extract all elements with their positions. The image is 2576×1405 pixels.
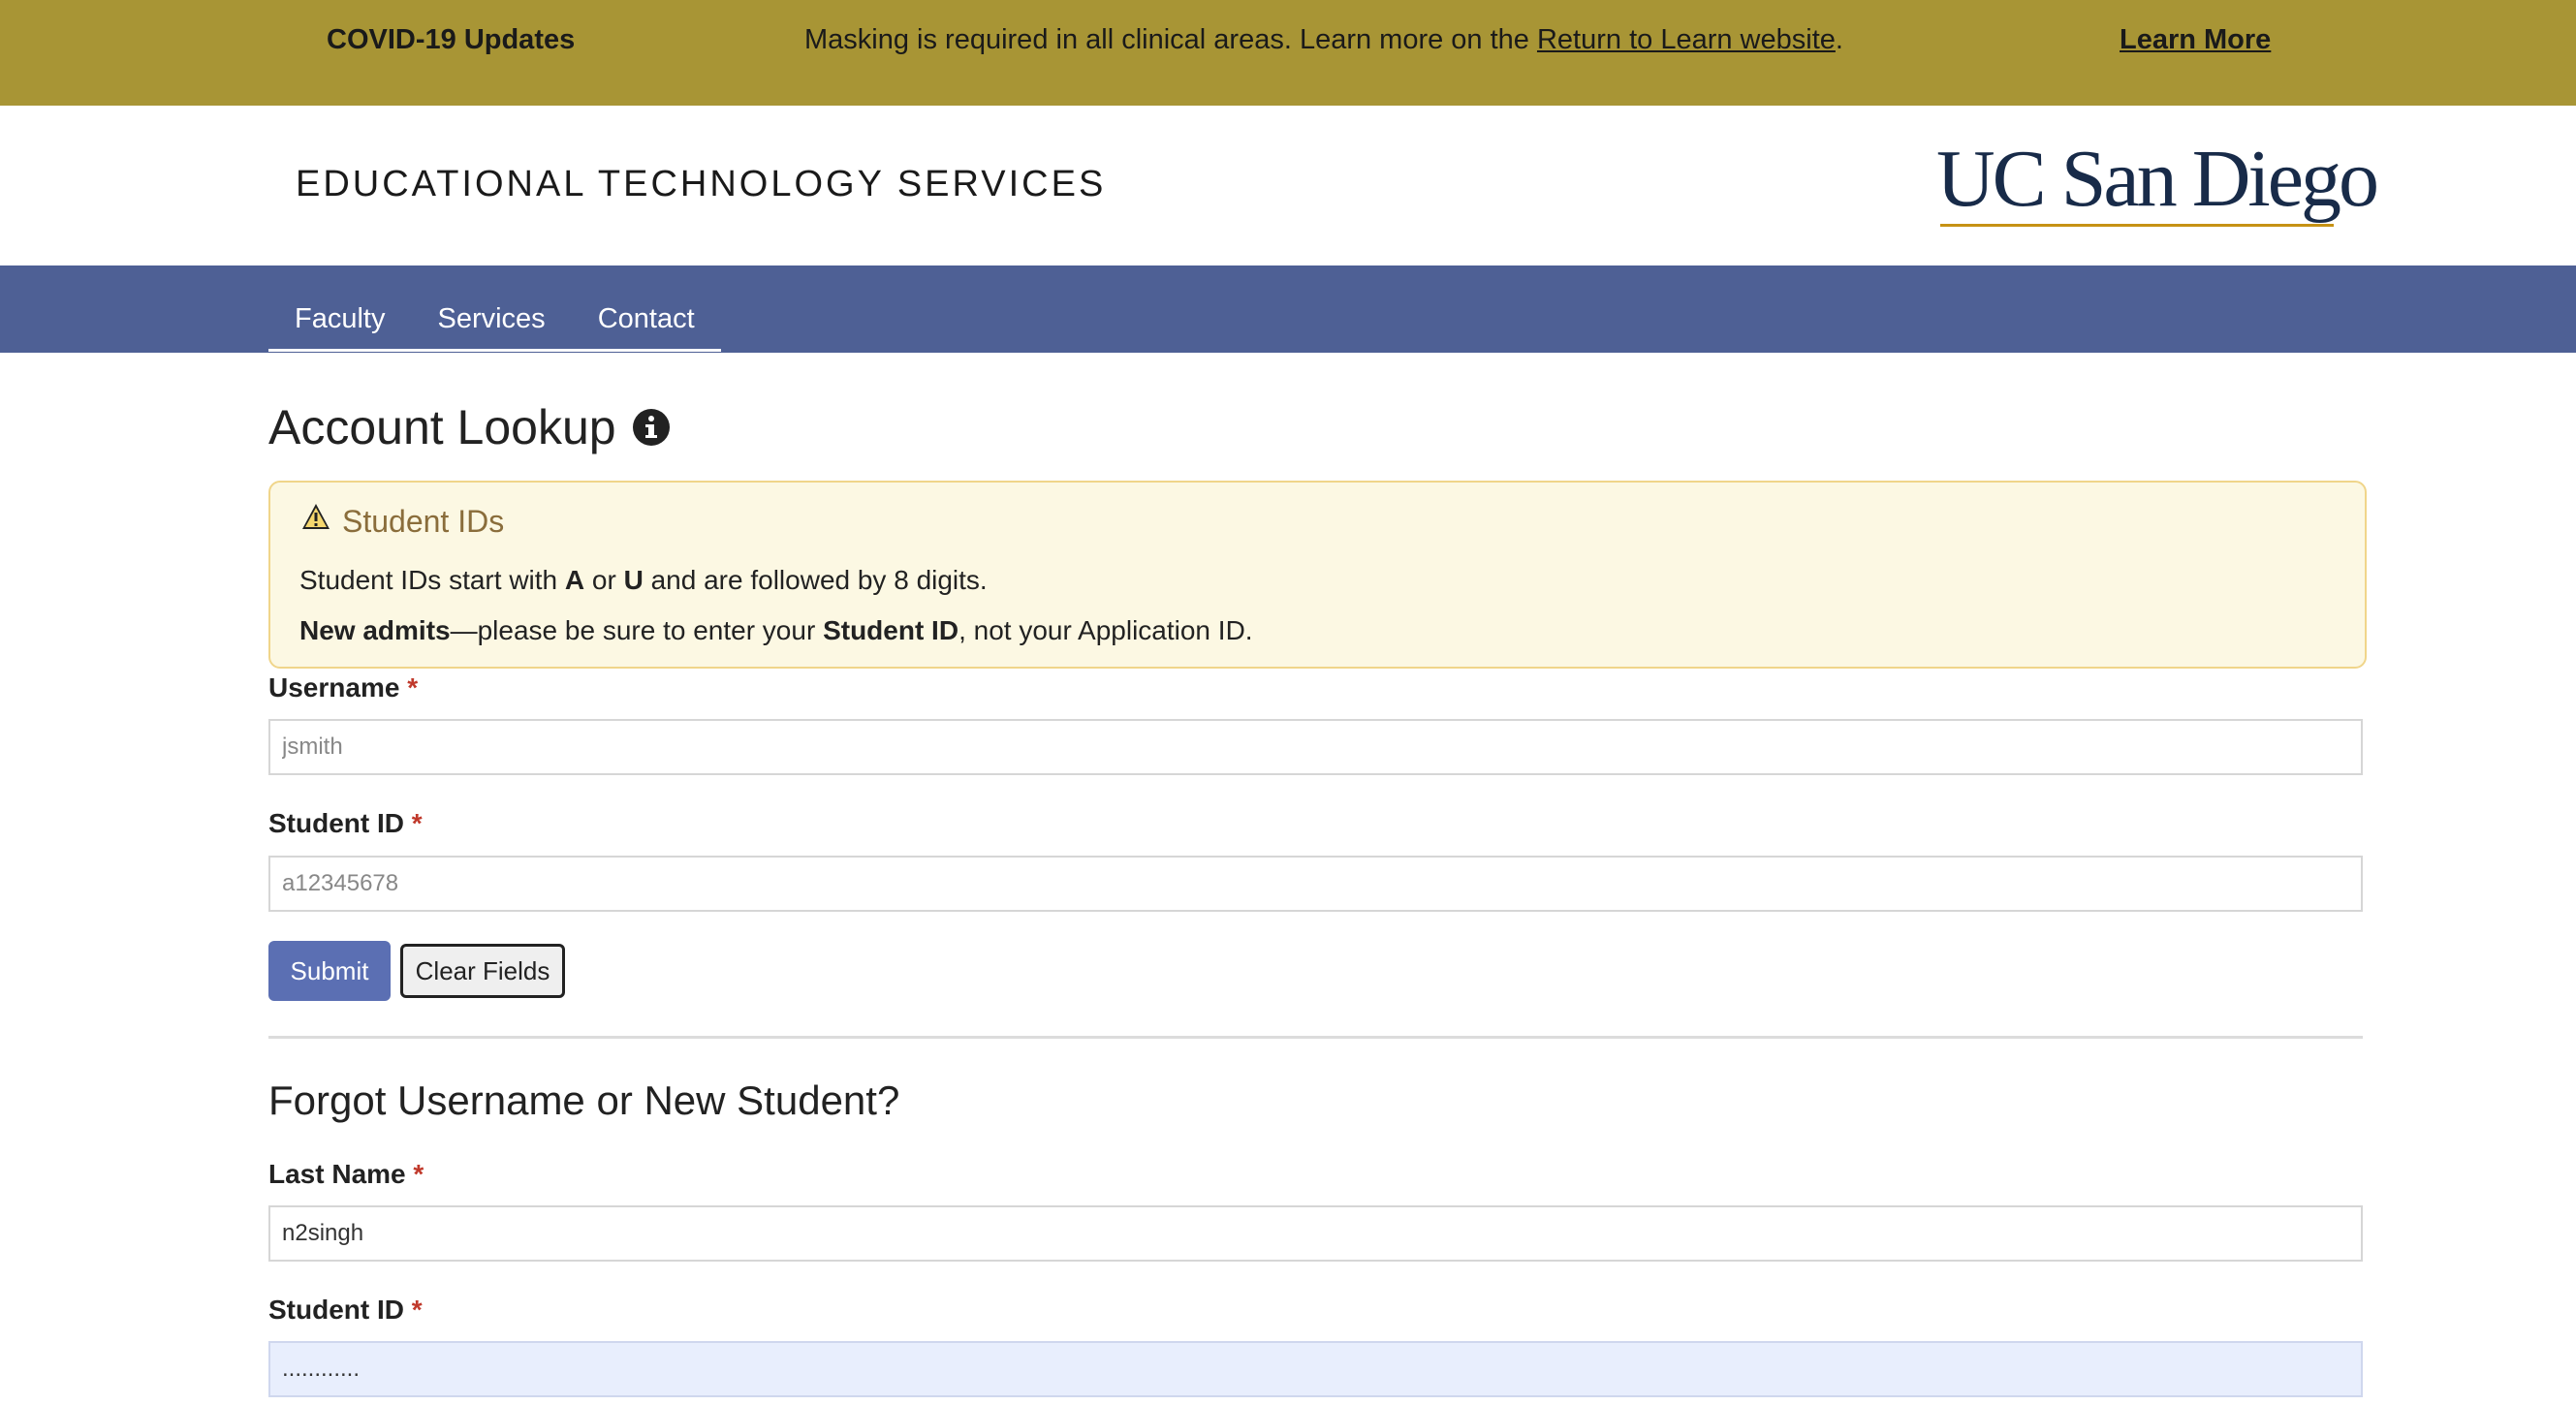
last-name-input[interactable]	[268, 1205, 2363, 1262]
nav-item-contact[interactable]: Contact	[572, 265, 721, 349]
alert-line-1-text-a: Student IDs start with	[299, 565, 565, 595]
student-id-alert: Student IDs Student IDs start with A or …	[268, 481, 2367, 669]
forgot-section-title: Forgot Username or New Student?	[268, 1077, 900, 1123]
last-name-label: Last Name *	[268, 1159, 424, 1190]
alert-line-2-text-b: , not your Application ID.	[958, 615, 1253, 645]
alert-line-2: New admits—please be sure to enter your …	[299, 615, 1253, 646]
forgot-student-id-label-text: Student ID	[268, 1295, 404, 1325]
required-mark: *	[411, 1295, 423, 1325]
required-mark: *	[411, 808, 423, 838]
nav-item-faculty[interactable]: Faculty	[268, 265, 411, 349]
section-divider	[268, 1036, 2363, 1039]
alert-line-1-bold-u: U	[623, 565, 644, 595]
learn-more-link[interactable]: Learn More	[2120, 0, 2271, 79]
forgot-student-id-input[interactable]	[268, 1341, 2363, 1397]
last-name-label-text: Last Name	[268, 1159, 406, 1189]
clear-fields-button[interactable]: Clear Fields	[400, 944, 565, 998]
page-title: Account Lookup	[268, 400, 616, 454]
username-input[interactable]	[268, 719, 2363, 775]
banner-message-suffix: .	[1835, 24, 1843, 55]
banner-message: Masking is required in all clinical area…	[804, 0, 1843, 79]
logo-underline	[1940, 224, 2334, 227]
alert-line-2-text-a: —please be sure to enter your	[450, 615, 824, 645]
student-id-label-text: Student ID	[268, 808, 404, 838]
warning-icon	[302, 503, 330, 529]
banner-title: COVID-19 Updates	[327, 24, 576, 55]
username-label: Username *	[268, 672, 418, 703]
nav-items: Faculty Services Contact	[268, 265, 721, 352]
main-nav: Faculty Services Contact	[0, 265, 2576, 353]
covid-banner: COVID-19 Updates Masking is required in …	[0, 0, 2576, 106]
site-title[interactable]: EDUCATIONAL TECHNOLOGY SERVICES	[296, 164, 1106, 205]
alert-line-1: Student IDs start with A or U and are fo…	[299, 565, 988, 596]
alert-title-row: Student IDs	[301, 503, 505, 540]
forgot-student-id-label: Student ID *	[268, 1295, 423, 1326]
required-mark: *	[413, 1159, 424, 1189]
student-id-input[interactable]	[268, 856, 2363, 912]
uc-san-diego-logo[interactable]: UC San Diego	[1936, 134, 2379, 230]
page-title-row: Account Lookup	[268, 399, 671, 455]
required-mark: *	[407, 672, 419, 702]
alert-line-1-bold-a: A	[564, 565, 585, 595]
logo-text: UC San Diego	[1936, 134, 2379, 224]
info-circle-icon[interactable]	[632, 408, 671, 447]
submit-button[interactable]: Submit	[268, 941, 391, 1001]
banner-message-prefix: Masking is required in all clinical area…	[804, 24, 1537, 55]
alert-line-2-bold-student-id: Student ID	[823, 615, 959, 645]
alert-line-1-text-b: or	[584, 565, 624, 595]
alert-title: Student IDs	[342, 504, 505, 539]
alert-line-1-text-c: and are followed by 8 digits.	[643, 565, 988, 595]
return-to-learn-link[interactable]: Return to Learn website	[1537, 24, 1836, 55]
nav-item-services[interactable]: Services	[411, 265, 571, 349]
username-label-text: Username	[268, 672, 400, 702]
alert-line-2-bold-new-admits: New admits	[299, 615, 451, 645]
site-header: EDUCATIONAL TECHNOLOGY SERVICES UC San D…	[0, 106, 2576, 265]
student-id-label: Student ID *	[268, 808, 423, 839]
